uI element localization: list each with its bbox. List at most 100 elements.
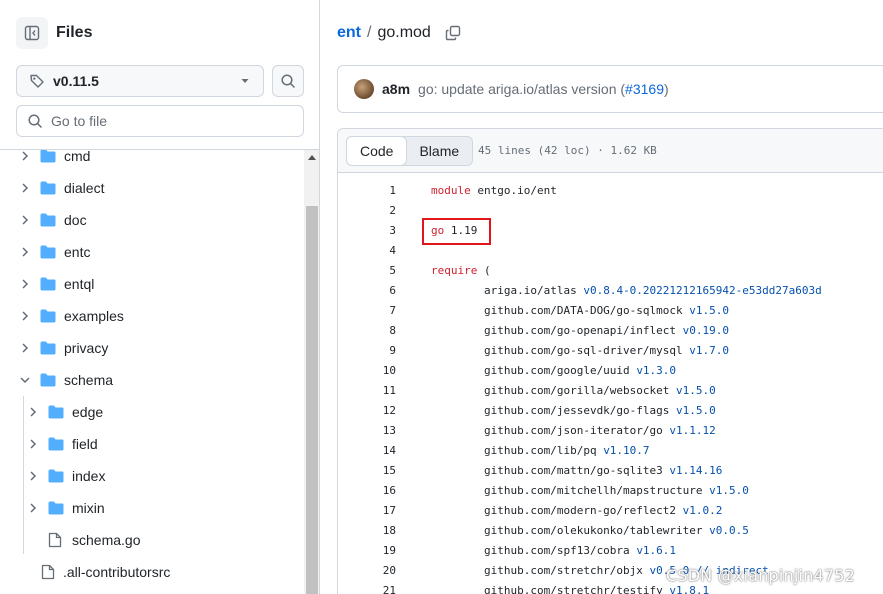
line-source: github.com/modern-go/reflect2 v1.0.2 (431, 501, 722, 521)
line-number[interactable]: 11 (338, 381, 396, 401)
code-line: 8 github.com/go-openapi/inflect v0.19.0 (338, 321, 883, 341)
code-version: v1.14.16 (669, 464, 723, 477)
code-version: v1.7.0 (689, 344, 730, 357)
tree-item-edge[interactable]: edge (0, 396, 304, 428)
tree-item-dialect[interactable]: dialect (0, 172, 304, 204)
scroll-up-arrow-icon[interactable] (308, 155, 316, 160)
code-text: github.com/gorilla/websocket (431, 384, 677, 397)
chevron-right-icon[interactable] (25, 436, 41, 452)
chevron-right-icon[interactable] (17, 148, 33, 164)
file-tree-sidebar: Files v0.11.5 cmd dialect doc entc entql exam… (0, 0, 320, 594)
tree-item-label: examples (64, 308, 124, 324)
avatar[interactable] (354, 79, 374, 99)
line-number[interactable]: 1 (338, 181, 396, 201)
code-text: github.com/jessevdk/go-flags (431, 404, 677, 417)
tree-item-entql[interactable]: entql (0, 268, 304, 300)
code-keyword: require (431, 264, 478, 277)
tree-item-doc[interactable]: doc (0, 204, 304, 236)
chevron-right-icon[interactable] (25, 404, 41, 420)
tree-item-label: entql (64, 276, 95, 292)
tree-item-examples[interactable]: examples (0, 300, 304, 332)
copy-path-button[interactable] (445, 25, 461, 41)
code-text: github.com/mitchellh/mapstructure (431, 484, 710, 497)
tree-item-schema-go[interactable]: schema.go (0, 524, 304, 556)
line-number[interactable]: 15 (338, 461, 396, 481)
chevron-right-icon[interactable] (25, 500, 41, 516)
file-view: ent / go.mod a8m go: update ariga.io/atl… (321, 0, 883, 594)
line-number[interactable]: 6 (338, 281, 396, 301)
tree-item-field[interactable]: field (0, 428, 304, 460)
code-version: v1.5.0 (676, 384, 716, 397)
chevron-right-icon[interactable] (17, 244, 33, 260)
search-files-button[interactable] (272, 65, 304, 97)
scrollbar-thumb[interactable] (306, 206, 318, 594)
line-number[interactable]: 3 (338, 221, 396, 241)
folder-icon (48, 404, 64, 420)
line-number[interactable]: 10 (338, 361, 396, 381)
code-version: v1.6.1 (636, 544, 677, 557)
line-number[interactable]: 13 (338, 421, 396, 441)
code-line: 4 (338, 241, 883, 261)
line-number[interactable]: 18 (338, 521, 396, 541)
line-number[interactable]: 2 (338, 201, 396, 221)
tab-blame[interactable]: Blame (406, 137, 472, 165)
tree-item-label: dialect (64, 180, 105, 196)
line-number[interactable]: 7 (338, 301, 396, 321)
search-icon (280, 73, 296, 89)
collapse-sidebar-button[interactable] (16, 17, 48, 49)
breadcrumb-repo-link[interactable]: ent (337, 24, 361, 42)
tree-item-label: index (72, 468, 106, 484)
file-info: 45 lines (42 loc) · 1.62 KB (478, 144, 657, 157)
tree-item-label: schema (64, 372, 114, 388)
code-line: 17 github.com/modern-go/reflect2 v1.0.2 (338, 501, 883, 521)
branch-selector[interactable]: v0.11.5 (16, 65, 264, 97)
tab-code[interactable]: Code (346, 136, 408, 166)
line-number[interactable]: 5 (338, 261, 396, 281)
folder-icon (40, 212, 56, 228)
line-number[interactable]: 16 (338, 481, 396, 501)
line-number[interactable]: 8 (338, 321, 396, 341)
line-number[interactable]: 21 (338, 581, 396, 594)
chevron-right-icon[interactable] (17, 308, 33, 324)
commit-message[interactable]: go: update ariga.io/atlas version (#3169… (418, 81, 669, 97)
search-icon (27, 113, 43, 129)
line-number[interactable]: 4 (338, 241, 396, 261)
tree-item-index[interactable]: index (0, 460, 304, 492)
breadcrumb-file: go.mod (377, 24, 431, 41)
code-text: github.com/lib/pq (431, 444, 604, 457)
file-icon (41, 564, 57, 580)
copy-icon (445, 25, 461, 41)
line-number[interactable]: 14 (338, 441, 396, 461)
tree-item-mixin[interactable]: mixin (0, 492, 304, 524)
line-number[interactable]: 12 (338, 401, 396, 421)
chevron-right-icon[interactable] (17, 212, 33, 228)
code-version: v1.5.0 (676, 404, 716, 417)
go-to-file-field[interactable] (16, 105, 304, 137)
line-number[interactable]: 19 (338, 541, 396, 561)
commit-author[interactable]: a8m (382, 81, 410, 97)
line-number[interactable]: 20 (338, 561, 396, 581)
line-number[interactable]: 17 (338, 501, 396, 521)
line-number[interactable]: 9 (338, 341, 396, 361)
sidebar-scrollbar[interactable] (304, 150, 319, 594)
tree-item-schema[interactable]: schema (0, 364, 304, 396)
chevron-right-icon[interactable] (17, 180, 33, 196)
line-source: require ( (431, 261, 491, 281)
folder-icon (48, 468, 64, 484)
chevron-right-icon[interactable] (25, 468, 41, 484)
chevron-right-icon[interactable] (17, 276, 33, 292)
tree-item-privacy[interactable]: privacy (0, 332, 304, 364)
folder-icon (40, 340, 56, 356)
go-to-file-input[interactable] (51, 113, 291, 129)
chevron-down-icon[interactable] (17, 372, 33, 388)
commit-pr-link[interactable]: #3169 (625, 81, 664, 97)
code-line: 14 github.com/lib/pq v1.10.7 (338, 441, 883, 461)
commit-message-end: ) (663, 81, 669, 97)
code-text: github.com/json-iterator/go (431, 424, 670, 437)
folder-icon (40, 276, 56, 292)
code-line: 1 module entgo.io/ent (338, 181, 883, 201)
tree-item-all-contributorsrc[interactable]: .all-contributorsrc (0, 556, 304, 588)
chevron-right-icon[interactable] (17, 340, 33, 356)
code-line: 9 github.com/go-sql-driver/mysql v1.7.0 (338, 341, 883, 361)
tree-item-entc[interactable]: entc (0, 236, 304, 268)
